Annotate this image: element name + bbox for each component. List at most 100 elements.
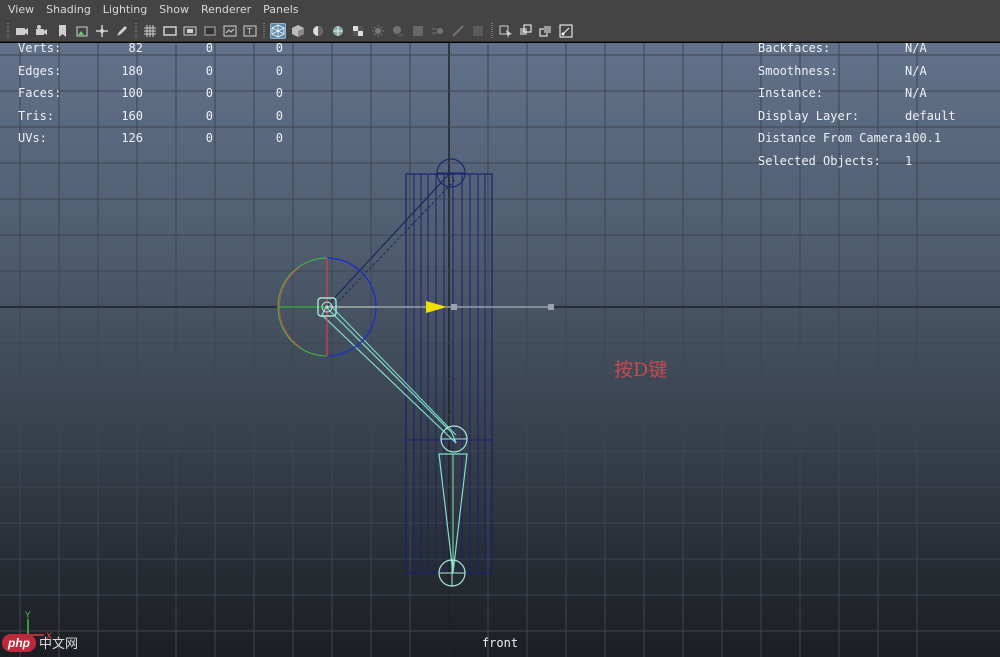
hud-value: 100 [121,86,143,101]
use-all-lights-button[interactable] [370,23,386,39]
cylinder-mesh [405,173,493,574]
bookmark-button[interactable] [54,23,70,39]
motion-blur-button[interactable] [430,23,446,39]
hud-row-instance: Instance: N/A [758,86,988,100]
smooth-shade-icon [292,24,304,37]
maya-viewport-panel: View Shading Lighting Show Renderer Panels T … [0,0,1000,657]
isolate-select-button[interactable] [498,23,514,39]
camera-button[interactable] [14,23,30,39]
hud-row-tris: Tris: 160 0 0 [18,109,308,123]
hud-row-backfaces: Backfaces: N/A [758,43,988,55]
site-watermark: php 中文网 [2,633,78,652]
menu-lighting[interactable]: Lighting [97,0,153,20]
hud-label: Distance From Camera: [758,131,910,146]
menu-renderer[interactable]: Renderer [195,0,257,20]
menu-shading[interactable]: Shading [40,0,97,20]
field-chart-button[interactable] [222,23,238,39]
annotation-text: 按D键 [614,359,668,381]
2d-pan-zoom-icon [96,24,108,37]
camera-attributes-button[interactable] [34,23,50,39]
image-plane-icon [76,26,88,36]
menu-panels[interactable]: Panels [257,0,304,20]
hud-label: UVs: [18,131,47,146]
mesh-outline [405,173,493,574]
wireframe-button[interactable] [270,22,286,39]
isolate-select-icon [499,25,512,38]
textured-button[interactable] [350,23,366,39]
hud-value: 1 [905,154,913,168]
hud-row-distance-from-camera: Distance From Camera: 100.1 [758,131,988,145]
hud-row-edges: Edges: 180 0 0 [18,64,308,78]
xray-icon [520,24,532,35]
hud-value: default [905,108,956,123]
hud-value: 0 [205,108,213,123]
bone-lower-edge [329,304,457,436]
move-handle-x-end [548,304,554,310]
y-axis-label: Y [24,611,31,621]
toolbar-separator [263,22,265,39]
hud-value: 0 [275,131,283,146]
gate-mask-icon [204,25,216,36]
depth-of-field-button[interactable] [470,23,486,39]
anti-aliasing-button[interactable] [450,23,466,39]
grid-button[interactable] [142,23,158,39]
hud-label: Backfaces: [758,43,831,55]
xray-button[interactable] [518,23,534,39]
smooth-shade-button[interactable] [290,23,306,39]
hud-label: Edges: [18,63,62,78]
toolbar-separator [491,22,493,39]
camera-attributes-icon [36,24,47,35]
xray-joints-button[interactable] [558,23,574,39]
hud-value: 0 [275,43,283,55]
transform-manipulator [277,257,554,357]
grease-pencil-icon [117,25,127,36]
hud-value: 180 [121,63,143,78]
bookmark-icon [59,24,66,37]
hud-value: N/A [905,43,927,55]
textured-icon [353,25,363,36]
film-gate-button[interactable] [162,23,178,39]
default-lighting-icon [313,25,323,36]
image-plane-button[interactable] [74,23,90,39]
default-lighting-button[interactable] [310,23,326,39]
front-viewport[interactable]: Verts: 82 0 0 Edges: 180 0 0 Faces: 100 0 0 Tris: 160… [0,43,1000,657]
field-chart-icon [223,25,237,36]
watermark-logo: php [2,633,36,652]
xray-active-button[interactable] [538,23,554,39]
hud-label: Display Layer: [758,108,860,123]
panel-menu-bar: View Shading Lighting Show Renderer Panels [0,0,1000,20]
resolution-gate-icon [183,26,197,35]
gate-mask-button[interactable] [202,23,218,39]
hud-label: Verts: [18,43,62,55]
hud-row-uvs: UVs: 126 0 0 [18,131,308,145]
hud-value: 0 [205,43,213,55]
grease-pencil-button[interactable] [114,23,130,39]
motion-blur-icon [432,27,443,34]
toolbar-separator [7,22,9,39]
hud-row-display-layer: Display Layer: default [758,109,988,123]
toolbar-separator [135,22,137,39]
skeleton [321,158,468,587]
menu-view[interactable]: View [0,0,40,20]
hud-row-selected-objects: Selected Objects: 1 [758,154,988,168]
use-all-lights-icon [372,24,384,37]
hud-label: Selected Objects: [758,154,881,168]
panel-toolbar: T [0,20,1000,42]
hud-value: 126 [121,131,143,146]
bone-upper-edge [325,172,451,308]
safe-action-button[interactable]: T [242,23,258,39]
shaded-wireframe-button[interactable] [330,23,346,39]
shadows-button[interactable] [390,23,406,39]
hud-label: Tris: [18,108,55,123]
svg-text:T: T [246,27,252,36]
hud-value: 0 [205,131,213,146]
resolution-gate-button[interactable] [182,23,198,39]
watermark-text: 中文网 [39,637,79,652]
2d-pan-zoom-button[interactable] [94,23,110,39]
move-handle-x [451,304,457,310]
menu-show[interactable]: Show [153,0,195,20]
hud-value: 0 [275,86,283,101]
anti-aliasing-icon [452,24,464,37]
ambient-occlusion-button[interactable] [410,23,426,39]
hud-value: 0 [205,63,213,78]
